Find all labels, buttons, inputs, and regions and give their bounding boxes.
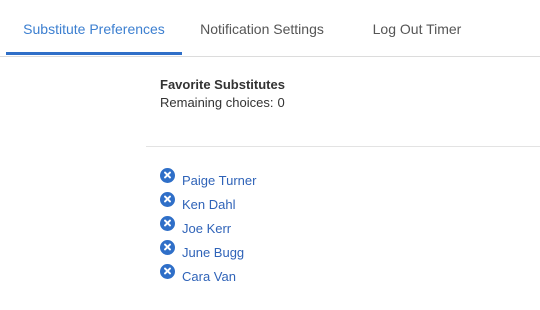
tab-bar: Substitute Preferences Notification Sett… [0,0,540,57]
list-item: June Bugg [160,238,256,262]
remaining-choices: Remaining choices: 0 [160,95,285,110]
favorites-title: Favorite Substitutes [160,77,285,92]
close-circle-icon[interactable] [160,263,175,279]
close-circle-icon[interactable] [160,191,175,207]
close-circle-icon[interactable] [160,239,175,255]
tab-notification-settings[interactable]: Notification Settings [182,0,342,57]
list-item: Joe Kerr [160,214,256,238]
list-item: Ken Dahl [160,190,256,214]
substitute-preferences-page: Substitute Preferences Notification Sett… [0,0,540,310]
close-circle-icon[interactable] [160,167,175,183]
substitute-name-link[interactable]: Cara Van [182,269,236,284]
substitute-name-link[interactable]: Paige Turner [182,173,256,188]
substitute-name-link[interactable]: Joe Kerr [182,221,231,236]
remaining-choices-label: Remaining choices: [160,95,274,110]
section-divider [146,146,540,147]
close-circle-icon[interactable] [160,215,175,231]
favorite-substitutes-list: Paige Turner Ken Dahl Joe Kerr June Bugg… [160,166,256,286]
active-tab-indicator [6,52,182,55]
list-item: Cara Van [160,262,256,286]
substitute-name-link[interactable]: June Bugg [182,245,244,260]
remaining-choices-count: 0 [277,95,285,110]
list-item: Paige Turner [160,166,256,190]
substitute-name-link[interactable]: Ken Dahl [182,197,235,212]
tab-substitute-preferences[interactable]: Substitute Preferences [6,0,182,57]
tab-log-out-timer[interactable]: Log Out Timer [342,0,492,57]
